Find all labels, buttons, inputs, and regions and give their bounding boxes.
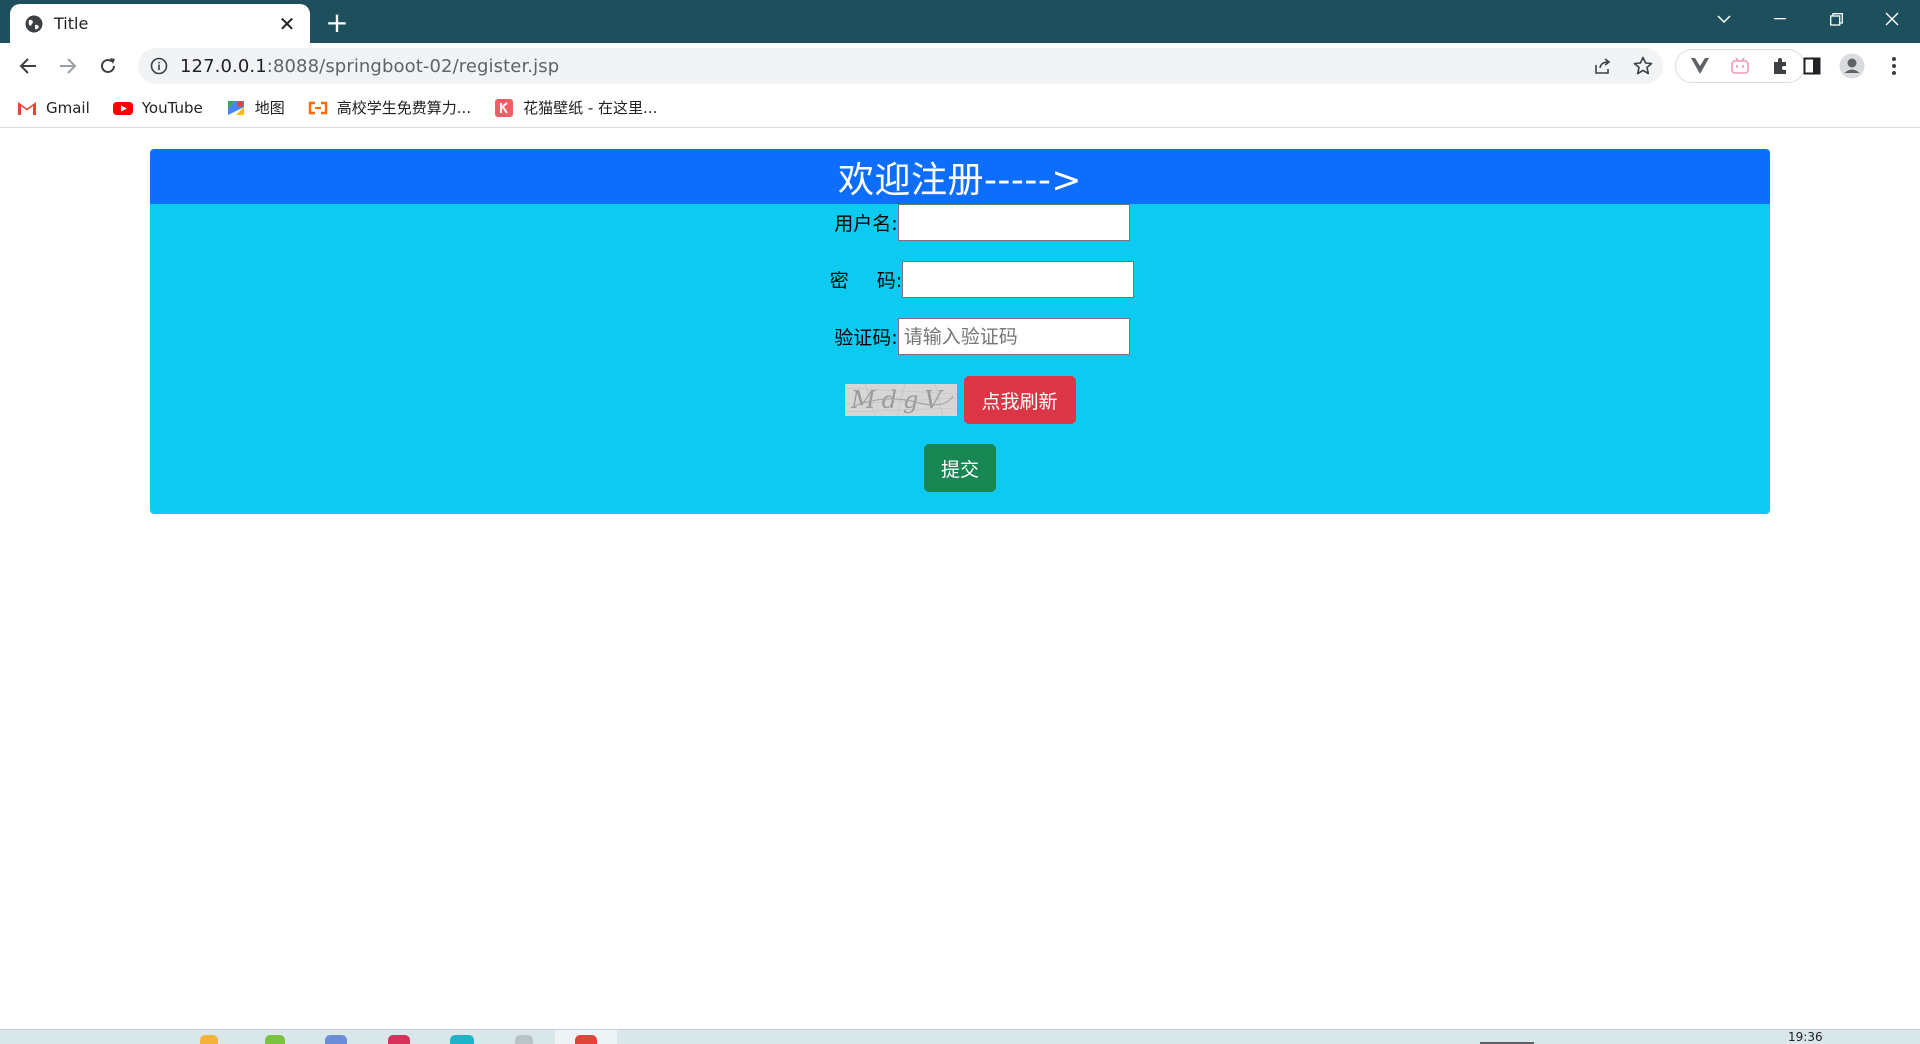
password-input[interactable] [902,261,1135,298]
tab-close-button[interactable]: ✕ [276,12,298,36]
maps-icon [227,100,244,115]
captcha-code-row: 验证码: [172,318,1770,355]
captcha-code-input[interactable] [897,318,1130,355]
share-icon [1595,58,1611,74]
register-form: 用户名: 密 码: 验证码: 请输入验证码 MdgV 点我刷新 提交 [150,204,1770,514]
tab-strip: Title ✕ + [0,0,1920,43]
bookmark-label: 高校学生免费算力... [336,99,472,117]
password-label-part1: 密 [829,270,849,292]
avatar-icon [1839,53,1865,79]
bookmark-youtube[interactable]: YouTube [112,93,203,123]
page-title: 欢迎注册-----> [837,159,1083,201]
bookmark-label: YouTube [141,98,203,117]
close-window-button[interactable] [1864,0,1920,38]
globe-icon [25,15,43,32]
vue-devtools-extension[interactable] [1680,50,1720,82]
taskbar-app-green[interactable] [265,1035,285,1044]
url-host: 127.0.0.1 [180,55,267,77]
restore-button[interactable] [1808,0,1864,38]
side-panel-icon [1803,57,1821,75]
gmail-icon [18,101,36,115]
captcha-row: MdgV 点我刷新 [150,376,1770,424]
bookmark-aliyun[interactable]: 高校学生免费算力... [307,93,471,123]
submit-row: 提交 [150,444,1770,492]
taskbar-clock: 19:36 [1788,1030,1823,1044]
profile-button[interactable] [1836,50,1868,82]
back-button[interactable] [12,50,44,82]
close-icon [1885,12,1899,26]
window-controls [1696,0,1920,38]
bilibili-icon [1731,57,1749,74]
more-vertical-icon [1892,57,1896,75]
tab-search-button[interactable] [1696,0,1752,38]
star-icon [1633,56,1653,75]
bookmark-label: Gmail [46,98,90,117]
taskbar-app-red[interactable] [388,1035,410,1044]
restore-icon [1829,12,1843,26]
browser-menu-button[interactable] [1878,50,1910,82]
bilibili-extension[interactable] [1720,50,1760,82]
info-icon[interactable] [148,55,170,77]
arrow-right-icon [60,58,77,74]
taskbar-app-explorer[interactable] [200,1035,218,1044]
extensions-button[interactable] [1760,50,1800,82]
youtube-icon [112,101,133,115]
browser-toolbar: 127.0.0.1:8088/springboot-02/register.js… [0,43,1920,88]
bookmark-huamao[interactable]: 花猫壁纸 - 在这里... [493,93,657,123]
vue-icon [1691,58,1709,74]
register-header: 欢迎注册-----> [150,149,1770,204]
username-input[interactable] [897,204,1130,241]
arrow-left-icon [19,58,36,74]
bookmarks-bar: Gmail YouTube 地图 高校学生免费算力... 花猫壁纸 - 在这里.… [0,88,1920,128]
minimize-button[interactable] [1752,0,1808,38]
taskbar-app-blue[interactable] [325,1035,347,1044]
bookmark-star-button[interactable] [1623,48,1663,84]
username-label: 用户名: [834,213,898,235]
aliyun-icon [308,101,327,114]
taskbar: 19:36 [0,1029,1920,1044]
taskbar-app-cyan[interactable] [450,1035,474,1044]
page-content: 欢迎注册-----> 用户名: 密 码: 验证码: 请输入验证码 MdgV 点我刷… [0,129,1920,1029]
username-row: 用户名: [172,204,1770,241]
reload-button[interactable] [92,50,124,82]
bookmark-label: 花猫壁纸 - 在这里... [523,99,658,117]
reload-icon [101,58,115,73]
forward-button[interactable] [52,50,84,82]
huamao-icon [495,98,514,117]
bookmark-gmail[interactable]: Gmail [16,93,90,123]
chevron-down-icon [1717,15,1731,24]
puzzle-icon [1774,58,1786,74]
password-label-part2: 码: [876,270,903,292]
refresh-captcha-button[interactable]: 点我刷新 [963,376,1076,424]
side-panel-button[interactable] [1796,50,1828,82]
taskbar-app-chrome[interactable] [575,1035,597,1044]
minimize-icon [1774,18,1786,20]
captcha-text: MdgV [850,386,948,414]
tab-title: Title [54,14,89,33]
share-button[interactable] [1583,48,1623,84]
captcha-image[interactable]: MdgV [844,384,957,416]
submit-button[interactable]: 提交 [924,444,996,492]
url-text[interactable]: 127.0.0.1:8088/springboot-02/register.js… [180,56,1583,77]
bookmark-label: 地图 [254,99,285,117]
bookmark-maps[interactable]: 地图 [225,93,285,123]
extensions-group [1675,49,1805,83]
password-label: 密 码: [830,266,902,293]
new-tab-button[interactable]: + [322,8,352,38]
browser-tab[interactable]: Title ✕ [10,4,310,43]
address-bar[interactable]: 127.0.0.1:8088/springboot-02/register.js… [138,48,1663,84]
taskbar-app-grey[interactable] [515,1035,533,1044]
url-path: :8088/springboot-02/register.jsp [266,55,560,77]
register-card: 欢迎注册-----> 用户名: 密 码: 验证码: 请输入验证码 MdgV 点我刷… [150,149,1770,514]
password-row: 密 码: [172,261,1770,298]
captcha-code-label: 验证码: [834,327,898,349]
